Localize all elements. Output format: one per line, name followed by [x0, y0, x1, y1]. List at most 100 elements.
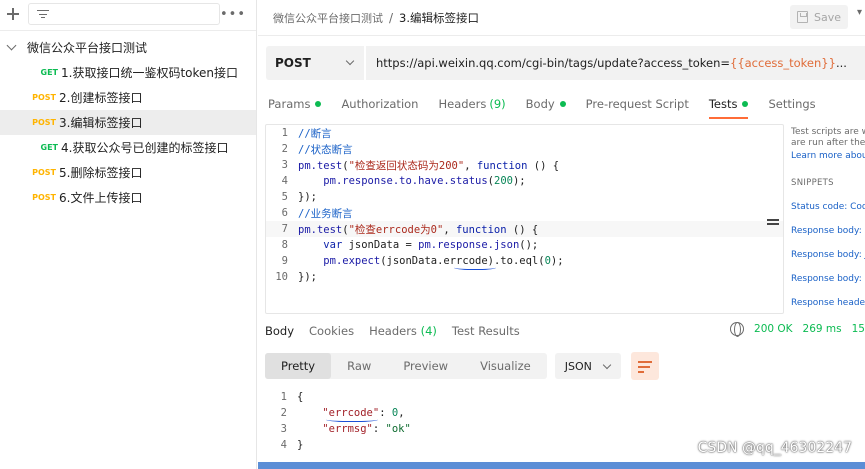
wrap-lines-icon[interactable] [630, 352, 659, 380]
method-badge: GET [40, 68, 59, 77]
learn-more-link[interactable]: Learn more about [791, 151, 865, 161]
response-meta: 200 OK 269 ms 15 [730, 322, 865, 337]
breadcrumb-separator: / [389, 10, 394, 25]
code-line: 7 pm.test("检查errcode为0", function () { [266, 221, 783, 237]
response-time[interactable]: 269 ms [803, 323, 842, 335]
url-text: https://api.weixin.qq.com/cgi-bin/tags/u… [376, 56, 730, 70]
breadcrumb: 微信公众平台接口测试 / 3.编辑标签接口 [258, 0, 865, 36]
method-badge: GET [40, 143, 59, 152]
status-dot [315, 101, 322, 107]
url-ellipsis: ... [835, 56, 847, 70]
globe-icon[interactable] [730, 322, 745, 337]
status-dot [559, 101, 566, 107]
request-name: 2.创建标签接口 [59, 91, 143, 105]
snippet-item[interactable]: Response body: J [791, 250, 865, 260]
scroll-marker [767, 223, 779, 225]
watermark: CSDN @qq_46302247 [697, 440, 852, 456]
request-item-6[interactable]: POST 6.文件上传接口 [0, 185, 256, 210]
code-line: 5}); [281, 191, 317, 203]
code-line: 6//业务断言 [281, 207, 353, 220]
tab-response-body[interactable]: Body [265, 324, 294, 338]
filter-input[interactable] [27, 3, 220, 25]
request-item-5[interactable]: POST 5.删除标签接口 [0, 160, 256, 185]
method-badge: POST [32, 193, 56, 202]
request-item-3[interactable]: POST 3.编辑标签接口 [0, 110, 256, 135]
view-preview-button[interactable]: Preview [387, 353, 464, 379]
code-line: 3 pm.test("检查返回状态码为200", function () { [281, 159, 560, 172]
tab-body[interactable]: Body [526, 90, 566, 118]
request-name: 1.获取接口统一鉴权码token接口 [61, 66, 239, 80]
snippets-description: are run after the r [791, 138, 865, 148]
breadcrumb-parent[interactable]: 微信公众平台接口测试 [273, 10, 383, 26]
request-item-2[interactable]: POST 2.创建标签接口 [0, 85, 256, 110]
url-variable: {{access_token}} [730, 56, 836, 70]
snippet-item[interactable]: Response body: C [791, 226, 865, 236]
tab-headers[interactable]: Headers (9) [438, 90, 505, 118]
method-badge: POST [32, 168, 56, 177]
response-view-bar: Pretty Raw Preview Visualize JSON [265, 352, 659, 380]
tab-response-headers[interactable]: Headers (4) [369, 324, 437, 338]
tab-label: Headers [438, 97, 487, 111]
tab-label: Params [268, 97, 311, 111]
tab-label: Body [525, 97, 555, 111]
request-item-1[interactable]: GET 1.获取接口统一鉴权码token接口 [0, 60, 256, 85]
method-badge: POST [32, 93, 56, 102]
request-item-4[interactable]: GET 4.获取公众号已创建的标签接口 [0, 135, 256, 160]
tab-pre-request-script[interactable]: Pre-request Script [586, 90, 689, 118]
tab-label: Settings [768, 97, 816, 111]
request-name: 5.删除标签接口 [59, 166, 143, 180]
collection-name: 微信公众平台接口测试 [27, 40, 148, 55]
tab-params[interactable]: Params [268, 90, 322, 118]
chevron-down-icon [345, 56, 355, 66]
save-label: Save [814, 10, 842, 24]
chevron-down-icon[interactable] [6, 40, 17, 50]
breadcrumb-current[interactable]: 3.编辑标签接口 [399, 10, 479, 26]
view-mode-segmented: Pretty Raw Preview Visualize [265, 353, 547, 379]
code-line: 10}); [275, 271, 317, 283]
method-value: POST [275, 56, 311, 70]
chevron-down-icon[interactable]: ▾ [857, 7, 862, 18]
response-tabs: Body Cookies Headers (4) Test Results [265, 320, 535, 342]
tab-settings[interactable]: Settings [768, 90, 815, 118]
annotation-underline [326, 416, 378, 422]
url-input[interactable]: https://api.weixin.qq.com/cgi-bin/tags/u… [366, 46, 865, 80]
snippets-title: SNIPPETS [791, 178, 834, 188]
snippets-description: Test scripts are w [791, 127, 865, 137]
filter-icon [36, 9, 49, 19]
view-pretty-button[interactable]: Pretty [265, 353, 332, 379]
code-line: 9 pm.expect(jsonData.errcode).to.eql(0); [281, 255, 564, 267]
tests-editor[interactable]: 1//断言 2//状态断言 3 pm.test("检查返回状态码为200", fu… [265, 124, 784, 314]
tab-authorization[interactable]: Authorization [341, 90, 418, 118]
tab-tests[interactable]: Tests [708, 90, 749, 119]
tab-cookies[interactable]: Cookies [309, 324, 354, 338]
request-name: 4.获取公众号已创建的标签接口 [61, 141, 229, 155]
snippet-item[interactable]: Status code: Code [791, 202, 865, 212]
format-value: JSON [564, 359, 592, 373]
more-options-icon[interactable]: ••• [220, 7, 246, 22]
sidebar: ••• 微信公众平台接口测试 GET 1.获取接口统一鉴权码token接口 PO… [0, 0, 257, 469]
status-code[interactable]: 200 OK [754, 323, 793, 335]
status-bar [258, 462, 865, 469]
request-bar: POST https://api.weixin.qq.com/cgi-bin/t… [266, 46, 865, 80]
divider [0, 30, 256, 31]
tab-test-results[interactable]: Test Results [452, 324, 520, 338]
method-select[interactable]: POST [266, 46, 364, 80]
save-icon [797, 11, 808, 23]
save-button[interactable]: Save ▾ [790, 5, 862, 29]
snippet-item[interactable]: Response headers [791, 298, 865, 308]
format-select[interactable]: JSON [554, 353, 621, 379]
view-raw-button[interactable]: Raw [331, 353, 387, 379]
tab-label: Pre-request Script [585, 97, 689, 111]
tab-label: Tests [708, 97, 738, 111]
code-line: 1{ [280, 391, 304, 403]
scroll-marker [767, 219, 779, 221]
chevron-down-icon [602, 360, 611, 370]
response-size[interactable]: 15 [852, 323, 865, 335]
collection-item[interactable]: 微信公众平台接口测试 [0, 34, 256, 60]
method-badge: POST [32, 118, 56, 127]
view-visualize-button[interactable]: Visualize [464, 353, 547, 379]
tab-label: Authorization [341, 97, 419, 111]
snippet-item[interactable]: Response body: Is [791, 274, 865, 284]
code-line: 4 pm.response.to.have.status(200); [281, 175, 526, 187]
plus-icon[interactable] [6, 7, 20, 21]
